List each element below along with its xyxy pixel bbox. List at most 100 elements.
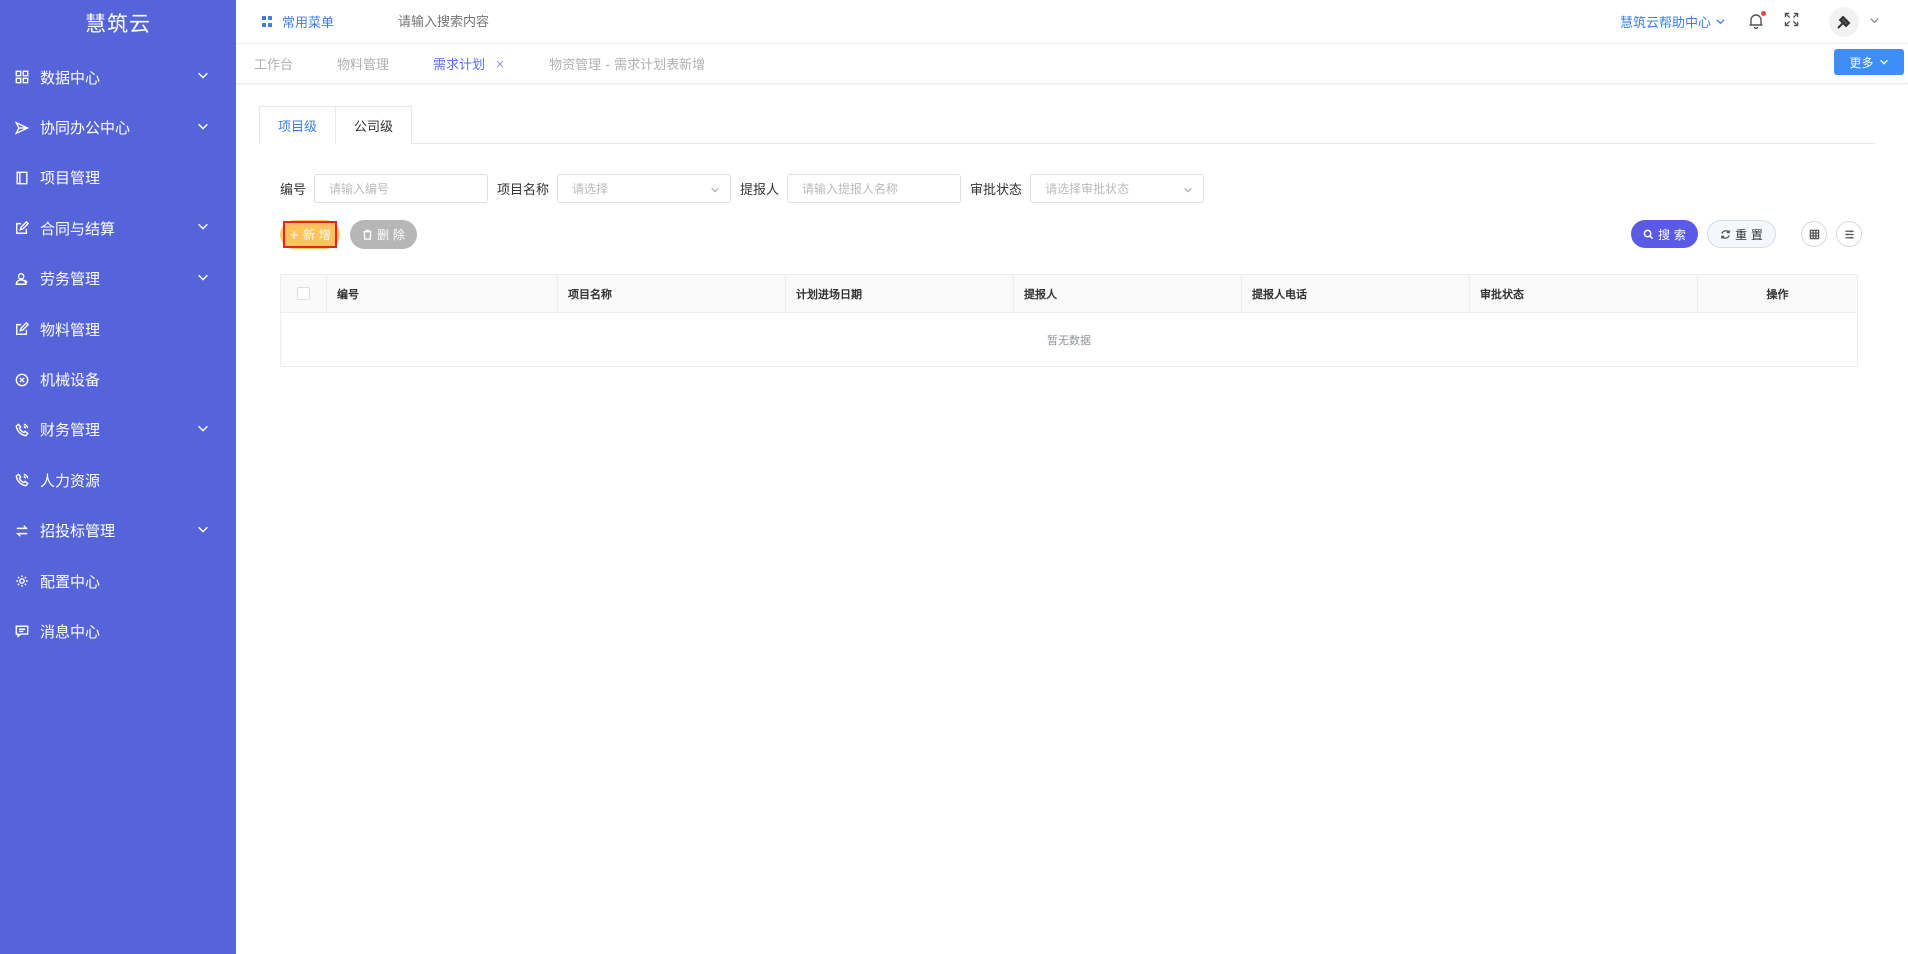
sidebar-item-config-center[interactable]: 配置中心 — [0, 556, 236, 606]
reset-button[interactable]: 重 置 — [1707, 220, 1776, 248]
favorites-label: 常用菜单 — [282, 16, 335, 31]
fullscreen-button[interactable] — [1784, 12, 1799, 31]
phone-icon — [14, 472, 30, 488]
column-header-reporter-phone[interactable]: 提报人电话 — [1242, 275, 1470, 312]
reporter-input[interactable]: 请输入提报人名称 — [787, 174, 962, 203]
sidebar-item-bidding[interactable]: 招投标管理 — [0, 506, 236, 556]
refresh-icon — [1721, 229, 1730, 239]
sidebar-item-material-management[interactable]: 物料管理 — [0, 304, 236, 354]
column-header-entry-date[interactable]: 计划进场日期 — [786, 275, 1014, 312]
column-header-code[interactable]: 编号 — [327, 275, 558, 312]
chevron-down-icon — [710, 184, 720, 198]
chevron-down-icon — [196, 522, 210, 540]
tab-workbench[interactable]: 工作台 — [254, 54, 293, 73]
sidebar-item-machinery[interactable]: 机械设备 — [0, 354, 236, 404]
right-action-bar: 搜 索 重 置 — [1631, 220, 1862, 248]
sidebar-item-label: 项目管理 — [40, 169, 101, 188]
send-icon — [14, 120, 30, 136]
sidebar-item-label: 招投标管理 — [40, 522, 116, 541]
filter-bar: 编号 请输入编号 项目名称 请选择 提报人 请输入提报人名称 审批状态 请选择审… — [280, 174, 1213, 203]
chevron-down-icon — [196, 68, 210, 86]
sidebar-item-label: 合同与结算 — [40, 219, 116, 238]
sidebar: 慧筑云 数据中心 协同办公中心 项目管理 合同与结算 劳务管理 物料管理 机械设… — [0, 0, 236, 954]
select-all-checkbox[interactable] — [297, 287, 310, 300]
tab-label: 需求计划 — [433, 58, 486, 73]
tab-label: 物料管理 — [337, 58, 390, 73]
tab-demand-plan[interactable]: 需求计划 × — [433, 54, 505, 74]
approval-status-select[interactable]: 请选择审批状态 — [1030, 174, 1205, 203]
tab-company-level[interactable]: 公司级 — [336, 106, 413, 144]
tab-project-level[interactable]: 项目级 — [259, 106, 337, 144]
level-tabs: 项目级 公司级 — [259, 106, 1875, 144]
code-placeholder: 请输入编号 — [329, 182, 390, 196]
search-icon — [1643, 229, 1654, 239]
edit-icon — [14, 321, 30, 337]
chevron-down-icon — [1183, 184, 1193, 198]
user-avatar[interactable] — [1829, 6, 1859, 37]
notification-bell[interactable] — [1748, 10, 1766, 31]
sidebar-item-collaboration[interactable]: 协同办公中心 — [0, 102, 236, 152]
grid-icon — [14, 69, 30, 85]
grid-small-icon — [1809, 229, 1819, 239]
sidebar-item-label: 消息中心 — [40, 622, 101, 641]
phone-icon — [14, 422, 30, 438]
delete-button[interactable]: 删 除 — [350, 220, 417, 249]
chevron-down-icon — [196, 119, 210, 137]
code-input[interactable]: 请输入编号 — [314, 174, 489, 203]
sidebar-item-labor-management[interactable]: 劳务管理 — [0, 254, 236, 304]
avatar-icon — [1837, 15, 1851, 29]
sidebar-item-label: 物料管理 — [40, 320, 101, 339]
favorites-menu[interactable]: 常用菜单 — [262, 12, 334, 31]
sidebar-item-label: 配置中心 — [40, 572, 101, 591]
fullscreen-icon — [1784, 12, 1799, 27]
project-name-label: 项目名称 — [497, 183, 550, 198]
column-settings-button[interactable] — [1801, 221, 1827, 247]
global-search-input[interactable] — [398, 14, 659, 29]
message-icon — [14, 623, 30, 639]
sidebar-item-message-center[interactable]: 消息中心 — [0, 606, 236, 656]
tab-label: 工作台 — [254, 58, 294, 73]
search-button[interactable]: 搜 索 — [1631, 220, 1698, 248]
filter-settings-button[interactable] — [1836, 221, 1862, 247]
more-tabs-button[interactable]: 更多 — [1834, 49, 1904, 75]
help-center-label: 慧筑云帮助中心 — [1619, 16, 1711, 31]
close-icon[interactable]: × — [495, 57, 505, 71]
sidebar-item-contract-settlement[interactable]: 合同与结算 — [0, 203, 236, 253]
approval-status-label: 审批状态 — [970, 183, 1023, 198]
sliders-icon — [1844, 229, 1854, 239]
column-header-project-name[interactable]: 项目名称 — [558, 275, 786, 312]
tab-demand-plan-add[interactable]: 物资管理 - 需求计划表新增 — [549, 54, 705, 73]
chevron-down-icon — [1879, 59, 1888, 65]
select-all-cell — [281, 275, 327, 312]
search-label: 搜 索 — [1658, 227, 1686, 242]
gear-icon — [14, 573, 30, 589]
project-name-placeholder: 请选择 — [572, 182, 609, 196]
sidebar-item-label: 财务管理 — [40, 421, 101, 440]
trash-icon — [363, 229, 372, 240]
reset-label: 重 置 — [1735, 227, 1763, 242]
notification-dot — [1761, 10, 1766, 16]
column-header-reporter[interactable]: 提报人 — [1014, 275, 1242, 312]
book-icon — [14, 170, 30, 186]
help-center-link[interactable]: 慧筑云帮助中心 — [1620, 12, 1726, 31]
sidebar-item-label: 劳务管理 — [40, 270, 101, 289]
swap-icon — [14, 523, 30, 539]
sidebar-item-project-management[interactable]: 项目管理 — [0, 153, 236, 203]
delete-label: 删 除 — [377, 228, 405, 242]
main-area: 常用菜单 慧筑云帮助中心 工作台 物料管理 — [236, 0, 1908, 954]
add-button[interactable]: + 新 增 — [283, 221, 337, 248]
sidebar-item-data-center[interactable]: 数据中心 — [0, 52, 236, 102]
close-circle-icon — [14, 372, 30, 388]
table-empty-state: 暂无数据 — [1047, 333, 1091, 347]
user-menu-toggle[interactable] — [1869, 14, 1880, 30]
tab-material-management[interactable]: 物料管理 — [337, 54, 389, 73]
sidebar-item-finance[interactable]: 财务管理 — [0, 405, 236, 455]
top-bar: 常用菜单 慧筑云帮助中心 — [236, 0, 1908, 44]
chevron-down-icon — [196, 421, 210, 439]
project-name-select[interactable]: 请选择 — [557, 174, 732, 203]
chevron-down-icon — [196, 270, 210, 288]
code-label: 编号 — [280, 183, 307, 198]
sidebar-item-human-resources[interactable]: 人力资源 — [0, 455, 236, 505]
edit-icon — [14, 220, 30, 236]
column-header-approval-status[interactable]: 审批状态 — [1470, 275, 1698, 312]
